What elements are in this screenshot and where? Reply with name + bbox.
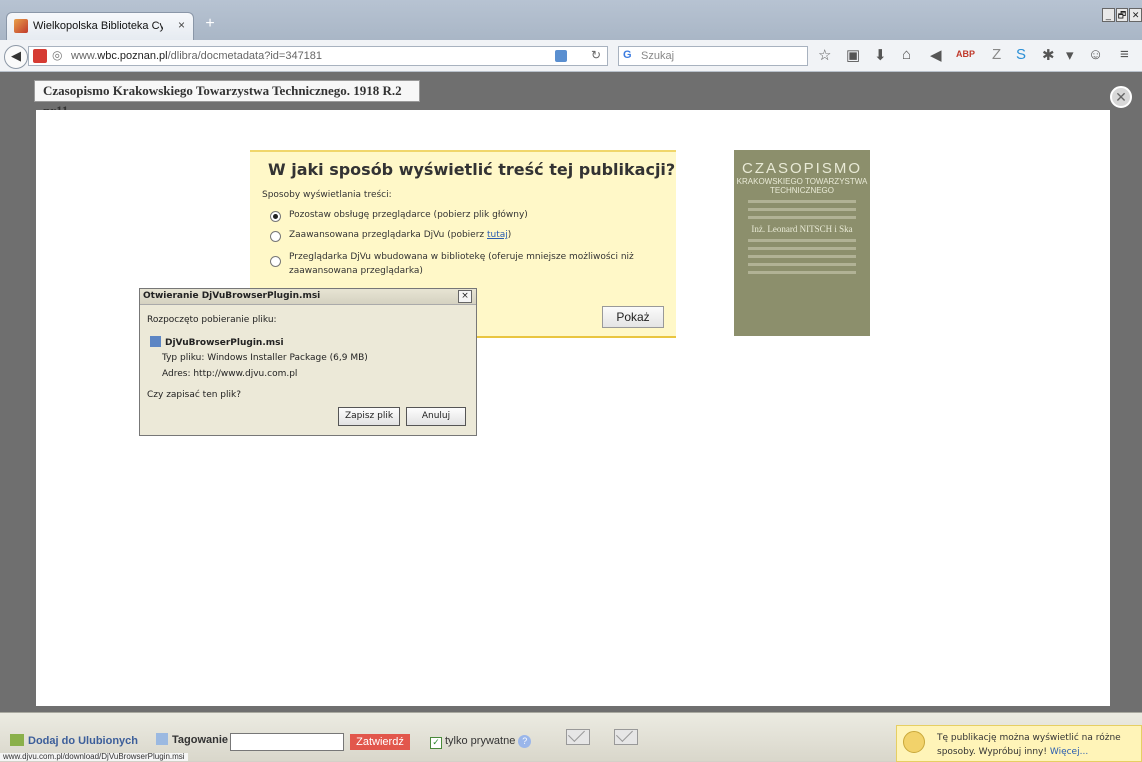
chat-icon[interactable]: ☺ [1088, 46, 1103, 63]
navigation-bar: ◀ ◎ www.wbc.poznan.pl/dlibra/docmetadata… [0, 40, 1142, 72]
adblock-icon[interactable]: ABP [956, 49, 975, 59]
search-bar[interactable]: G Szukaj [618, 46, 808, 66]
dialog-file-type: Typ pliku: Windows Installer Package (6,… [162, 353, 368, 363]
hamburger-menu-icon[interactable]: ≡ [1120, 46, 1129, 63]
tab-bar: Wielkopolska Biblioteka Cyfro... × + _ 🗗… [0, 0, 1142, 40]
globe-icon: ◎ [52, 48, 63, 62]
address-bar[interactable]: ◎ www.wbc.poznan.pl/dlibra/docmetadata?i… [28, 46, 608, 66]
send-to-user-mail-icon[interactable] [566, 729, 590, 745]
home-icon[interactable]: ⌂ [902, 46, 911, 63]
tab-close-icon[interactable]: × [178, 18, 185, 32]
lightbulb-icon [903, 731, 925, 753]
zotero-icon[interactable]: Z [992, 46, 1001, 63]
more-link[interactable]: Więcej... [1050, 747, 1088, 757]
search-engine-icon[interactable]: G [623, 49, 632, 61]
cover-title: CZASOPISMO [741, 160, 862, 177]
overlay-close-icon[interactable]: ✕ [1110, 86, 1132, 108]
report-error-mail-icon[interactable] [614, 729, 638, 745]
hint-text: Tę publikację można wyświetlić na różne … [937, 733, 1121, 757]
show-button[interactable]: Pokaż [602, 306, 664, 328]
reload-icon[interactable]: ↻ [591, 48, 601, 62]
help-icon[interactable]: ? [518, 735, 532, 748]
option-builtin-djvu[interactable]: Przeglądarka DjVu wbudowana w bibliotekę… [270, 250, 660, 278]
download-dialog: Otwieranie DjVuBrowserPlugin.msi × Rozpo… [139, 288, 477, 436]
share-icon[interactable]: ◀ [930, 46, 942, 64]
toolbar-icons: ☆ ▣ ⬇ ⌂ ◀ ABP Z S ✱ ▾ ☺ ≡ [812, 46, 1142, 66]
browser-tab[interactable]: Wielkopolska Biblioteka Cyfro... × [6, 12, 194, 40]
new-tab-button[interactable]: + [200, 16, 220, 34]
favorites-icon [10, 734, 24, 746]
maximize-button[interactable]: 🗗 [1115, 8, 1129, 22]
tagging-label: Tagowanie [156, 733, 228, 746]
checkbox-icon[interactable]: ✓ [430, 737, 442, 749]
site-favicon-icon [14, 19, 28, 33]
extension-icon[interactable]: ✱ [1042, 46, 1055, 64]
dialog-question: Czy zapisać ten plik? [147, 390, 241, 400]
option-browser-label: Pozostaw obsługę przeglądarce (pobierz p… [289, 210, 528, 220]
hint-box: Tę publikację można wyświetlić na różne … [896, 725, 1142, 762]
publication-title: Czasopismo Krakowskiego Towarzystwa Tech… [34, 80, 420, 118]
page-icon[interactable] [33, 49, 47, 63]
tag-icon [156, 733, 168, 745]
search-placeholder: Szukaj [641, 50, 675, 62]
dialog-title: Otwieranie DjVuBrowserPlugin.msi [140, 289, 476, 305]
option-advanced-djvu[interactable]: Zaawansowana przeglądarka DjVu (pobierz … [270, 230, 511, 242]
radio-advanced-djvu[interactable] [270, 231, 281, 242]
add-to-favorites-button[interactable]: Dodaj do Ulubionych [10, 734, 138, 747]
skype-icon[interactable]: S [1016, 46, 1026, 63]
close-window-button[interactable]: ✕ [1129, 8, 1142, 22]
bookmark-star-icon[interactable]: ☆ [818, 46, 831, 64]
option-advanced-djvu-label: Zaawansowana przeglądarka DjVu (pobierz … [289, 230, 512, 240]
choice-heading: W jaki sposób wyświetlić treść tej publi… [268, 160, 676, 179]
dialog-close-icon[interactable]: × [458, 290, 472, 303]
downloads-icon[interactable]: ⬇ [874, 46, 887, 64]
radio-browser[interactable] [270, 211, 281, 222]
dialog-started-text: Rozpoczęto pobieranie pliku: [147, 315, 277, 325]
status-url: www.djvu.com.pl/download/DjVuBrowserPlug… [0, 753, 188, 761]
cover-thumbnail[interactable]: CZASOPISMO KRAKOWSKIEGO TOWARZYSTWA TECH… [734, 150, 870, 336]
option-builtin-djvu-label: Przeglądarka DjVu wbudowana w bibliotekę… [289, 252, 634, 276]
radio-builtin-djvu[interactable] [270, 256, 281, 267]
back-button[interactable]: ◀ [4, 45, 28, 69]
dialog-address: Adres: http://www.djvu.com.pl [162, 369, 298, 379]
tag-input[interactable] [230, 733, 344, 751]
choice-subtitle: Sposoby wyświetlania treści: [262, 190, 392, 200]
bookmarks-list-icon[interactable]: ▣ [846, 46, 860, 64]
installer-file-icon [150, 336, 161, 347]
menu-dropdown-icon[interactable]: ▾ [1066, 46, 1074, 64]
url-text[interactable]: www.wbc.poznan.pl/dlibra/docmetadata?id=… [71, 50, 322, 62]
option-browser[interactable]: Pozostaw obsługę przeglądarce (pobierz p… [270, 210, 528, 222]
window-controls: _ 🗗 ✕ [1102, 8, 1142, 22]
cover-subtitle: KRAKOWSKIEGO TOWARZYSTWA TECHNICZNEGO [736, 177, 868, 195]
confirm-tag-button[interactable]: Zatwierdź [350, 734, 410, 750]
private-only-checkbox[interactable]: ✓ tylko prywatne? [430, 735, 532, 749]
dialog-filename: DjVuBrowserPlugin.msi [150, 336, 284, 348]
tab-title: Wielkopolska Biblioteka Cyfro... [33, 20, 163, 32]
cover-advert: Inż. Leonard NITSCH i Ska [751, 224, 853, 234]
cancel-button[interactable]: Anuluj [406, 407, 466, 426]
download-here-link[interactable]: tutaj [487, 230, 508, 240]
reader-icon[interactable] [555, 50, 567, 62]
minimize-button[interactable]: _ [1102, 8, 1115, 22]
save-file-button[interactable]: Zapisz plik [338, 407, 400, 426]
